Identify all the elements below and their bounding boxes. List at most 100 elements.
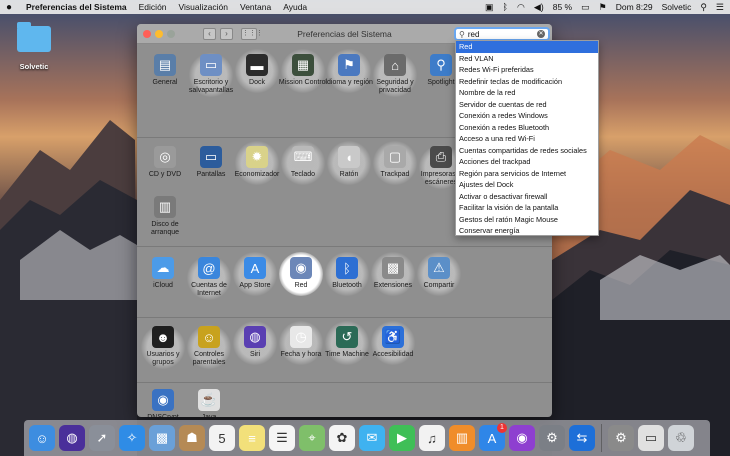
pane-cd[interactable]: ◎ CD y DVD xyxy=(139,146,191,179)
show-all-icon[interactable]: ⋮⋮⋮ xyxy=(241,27,263,40)
search-input[interactable]: red xyxy=(468,30,537,39)
dock-notes-icon[interactable]: ≡ xyxy=(239,425,265,451)
search-result-item[interactable]: Red VLAN xyxy=(456,53,598,65)
dock-photos-icon[interactable]: ✿ xyxy=(329,425,355,451)
disk-icon: ▥ xyxy=(154,196,176,218)
keyboard-icon: ⌨ xyxy=(292,146,314,168)
pane-clock[interactable]: ◷ Fecha y hora xyxy=(275,320,327,365)
dock-trash-icon[interactable]: ♲ xyxy=(668,425,694,451)
search-result-item[interactable]: Nombre de la red xyxy=(456,87,598,99)
dock-safari-icon[interactable]: ✧ xyxy=(119,425,145,451)
dock-siri-icon[interactable]: ◍ xyxy=(59,425,85,451)
search-result-item[interactable]: Conexión a redes Bluetooth xyxy=(456,122,598,134)
dock-calendar-icon[interactable]: 5 xyxy=(209,425,235,451)
pane-mouse[interactable]: ◖ Ratón xyxy=(323,140,375,185)
pane-language[interactable]: ⚑ Idioma y región xyxy=(323,48,375,93)
pane-desktop[interactable]: ▭ Escritorio y salvapantallas xyxy=(185,52,237,97)
menu-app-name[interactable]: Preferencias del Sistema xyxy=(26,2,127,12)
pane-dock[interactable]: ▬ Dock xyxy=(231,48,283,93)
search-result-item[interactable]: Conexión a redes Windows xyxy=(456,110,598,122)
search-result-item[interactable]: Acciones del trackpad xyxy=(456,156,598,168)
dock-ibooks-icon[interactable]: ▥ xyxy=(449,425,475,451)
pane-general[interactable]: ▤ General xyxy=(139,54,191,87)
dock-photo-icon[interactable]: ▩ xyxy=(149,425,175,451)
menu-edit[interactable]: Edición xyxy=(139,2,167,12)
pane-label: Bluetooth xyxy=(332,282,362,289)
dock-messages-icon[interactable]: ✉ xyxy=(359,425,385,451)
pane-displays[interactable]: ▭ Pantallas xyxy=(185,146,237,179)
wifi-icon[interactable]: ◠ xyxy=(517,2,525,13)
user-menu[interactable]: Solvetic xyxy=(662,2,692,12)
pane-label: Siri xyxy=(249,351,261,358)
status-menu-icon[interactable]: ▣ xyxy=(485,2,494,13)
flag-icon[interactable]: ⚑ xyxy=(599,2,607,13)
search-result-item[interactable]: Facilitar la visión de la pantalla xyxy=(456,202,598,214)
close-button[interactable] xyxy=(143,29,151,38)
search-result-item[interactable]: Activar o desactivar firewall xyxy=(456,191,598,203)
search-result-item[interactable]: Servidor de cuentas de red xyxy=(456,99,598,111)
dock-maps-icon[interactable]: ⌖ xyxy=(299,425,325,451)
pane-parental[interactable]: ☺ Controles parentales xyxy=(183,324,235,369)
dock-teamviewer-icon[interactable]: ⇆ xyxy=(569,425,595,451)
pane-siri[interactable]: ◍ Siri xyxy=(229,320,281,365)
battery-percent[interactable]: 85 % xyxy=(553,2,572,12)
pane-trackpad[interactable]: ▢ Trackpad xyxy=(369,140,421,185)
dock-reminders-icon[interactable]: ☰ xyxy=(269,425,295,451)
search-result-item[interactable]: Redefinir teclas de modificación xyxy=(456,76,598,88)
pane-extensions[interactable]: ▩ Extensiones xyxy=(367,251,419,296)
pane-keyboard[interactable]: ⌨ Teclado xyxy=(277,140,329,185)
clock[interactable]: Dom 8:29 xyxy=(616,2,653,12)
clear-search-icon[interactable]: ✕ xyxy=(537,30,545,38)
apple-menu-icon[interactable]: ● xyxy=(6,2,16,13)
notification-center-icon[interactable]: ☰ xyxy=(716,2,724,13)
desktop-folder[interactable]: Solvetic xyxy=(16,22,52,71)
pane-mission-control[interactable]: ▦ Mission Control xyxy=(277,48,329,93)
search-result-item[interactable]: Región para servicios de Internet xyxy=(456,168,598,180)
pane-internet-accounts[interactable]: @ Cuentas de Internet xyxy=(183,255,235,300)
search-result-item[interactable]: Acceso a una red Wi-Fi xyxy=(456,133,598,145)
pane-java[interactable]: ☕ Java xyxy=(183,389,235,417)
pane-sharing[interactable]: ⚠ Compartir xyxy=(413,251,465,296)
dock-facetime-icon[interactable]: ▶ xyxy=(389,425,415,451)
search-icon: ⚲ xyxy=(459,29,465,39)
zoom-button[interactable] xyxy=(167,29,175,38)
section-system: ☻ Usuarios y grupos ☺ Controles parentales ◍… xyxy=(137,318,552,383)
internet-accounts-icon: @ xyxy=(198,257,220,279)
spotlight-search-icon[interactable]: ⚲ xyxy=(700,2,707,13)
dock-finder-icon[interactable]: ☺ xyxy=(29,425,55,451)
search-result-item[interactable]: Gestos del ratón Magic Mouse xyxy=(456,214,598,226)
pane-bluetooth[interactable]: ᛒ Bluetooth xyxy=(321,251,373,296)
menu-window[interactable]: Ventana xyxy=(240,2,271,12)
search-result-item[interactable]: Redes Wi-Fi preferidas xyxy=(456,64,598,76)
pane-bulb[interactable]: ✹ Economizador xyxy=(231,140,283,185)
search-result-item[interactable]: Red xyxy=(456,41,598,53)
search-result-item[interactable]: Cuentas compartidas de redes sociales xyxy=(456,145,598,157)
pane-network[interactable]: ◉ Red xyxy=(275,251,327,296)
volume-icon[interactable]: ◀) xyxy=(534,2,544,13)
search-field[interactable]: ⚲ red ✕ xyxy=(454,27,550,41)
bluetooth-status-icon[interactable]: ᛒ xyxy=(503,2,508,12)
dock-window-icon[interactable]: ▭ xyxy=(638,425,664,451)
search-result-item[interactable]: Ajustes del Dock xyxy=(456,179,598,191)
pane-app-store[interactable]: A App Store xyxy=(229,251,281,296)
pane-disk[interactable]: ▥ Disco de arranque xyxy=(139,196,191,237)
dock-podcast-icon[interactable]: ◉ xyxy=(509,425,535,451)
menu-help[interactable]: Ayuda xyxy=(283,2,307,12)
dock-contacts-icon[interactable]: ☗ xyxy=(179,425,205,451)
pane-security[interactable]: ⌂ Seguridad y privacidad xyxy=(369,52,421,97)
menu-view[interactable]: Visualización xyxy=(179,2,228,12)
dock-launchpad-icon[interactable]: ➚ xyxy=(89,425,115,451)
pane-users[interactable]: ☻ Usuarios y grupos xyxy=(137,324,189,369)
pane-time-machine[interactable]: ↺ Time Machine xyxy=(321,320,373,365)
pane-dnscrypt[interactable]: ◉ DNSCrypt xyxy=(137,389,189,417)
forward-button[interactable]: › xyxy=(220,27,233,40)
search-result-item[interactable]: Conservar energía xyxy=(456,225,598,237)
minimize-button[interactable] xyxy=(155,29,163,38)
dock-system-preferences-icon[interactable]: ⚙ xyxy=(539,425,565,451)
dock-itunes-icon[interactable]: ♫ xyxy=(419,425,445,451)
dock-app-store-icon[interactable]: A1 xyxy=(479,423,507,451)
dock-disk-utility-icon[interactable]: ⚙ xyxy=(608,425,634,451)
pane-icloud[interactable]: ☁ iCloud xyxy=(137,257,189,290)
pane-accessibility[interactable]: ♿ Accesibilidad xyxy=(367,320,419,365)
back-button[interactable]: ‹ xyxy=(203,27,216,40)
